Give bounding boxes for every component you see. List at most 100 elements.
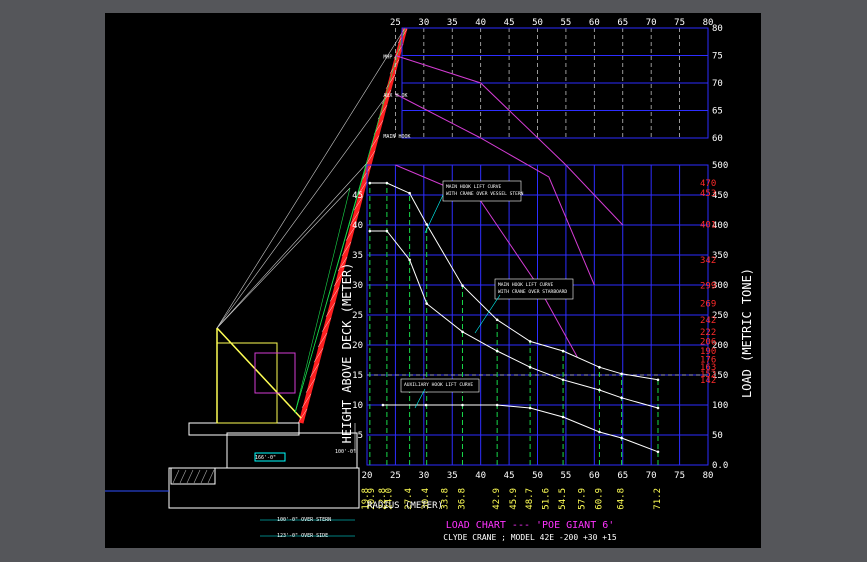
upper-height-tick: 75: [712, 52, 723, 62]
radius-mark: 36.8: [457, 488, 467, 510]
load-point: [620, 436, 623, 440]
radius-mark: 45.9: [509, 488, 519, 510]
load-point: [620, 372, 623, 376]
x-tick-bottom: 45: [504, 471, 515, 481]
x-tick-top: 60: [589, 18, 600, 28]
drawing-viewport[interactable]: 100'-0" 166'-0" 100'-0" OVER STERN 123'-0" …: [105, 13, 761, 548]
load-mark: 299: [700, 282, 716, 292]
dimension-text: 123'-0" OVER SIDE: [277, 533, 328, 539]
load-point: [461, 403, 464, 407]
hook-label: MHP: [383, 55, 392, 61]
height-tick: 5: [358, 431, 363, 441]
vessel-hull: [168, 467, 360, 509]
a-frame-1: [216, 327, 302, 419]
starboard-note: WITH CRANE OVER STARBOARD: [498, 289, 567, 295]
x-tick-bottom: 40: [475, 471, 486, 481]
load-point: [461, 330, 464, 334]
starboard-note: MAIN HOOK LIFT CURVE: [498, 282, 554, 288]
hatch-line: [186, 469, 194, 484]
load-mark: 206: [700, 337, 716, 347]
load-point: [385, 181, 389, 185]
load-point: [656, 378, 660, 382]
chart-subtitle: CLYDE CRANE ; MODEL 42E -200 +30 +15: [443, 533, 617, 542]
aux-note: AUXILIARY HOOK LIFT CURVE: [404, 382, 473, 388]
load-point: [408, 191, 411, 195]
cad-drawing: 100'-0" 166'-0" 100'-0" OVER STERN 123'-0" …: [105, 18, 754, 542]
pendant-line: [216, 97, 386, 329]
load-tick: 100: [712, 401, 728, 411]
height-tick: 40: [352, 221, 363, 231]
x-tick-top: 40: [475, 18, 486, 28]
load-point: [381, 403, 385, 407]
x-tick-bottom: 80: [703, 471, 714, 481]
stern-note: WITH CRANE OVER VESSEL STERN: [446, 191, 524, 197]
load-point: [598, 388, 601, 392]
radius-mark: 57.9: [577, 488, 587, 510]
axis-ticks: 25 30 35 40 45 50 55 60 65 70 75 8020 25 30 35 40 45 50 55…: [352, 18, 728, 510]
height-tick: 45: [352, 191, 363, 201]
load-mark: 222: [700, 328, 716, 338]
x-tick-top: 70: [646, 18, 657, 28]
radius-mark: 54.5: [558, 488, 568, 510]
x-tick-bottom: 70: [646, 471, 657, 481]
hook-label: AUX H OK: [383, 93, 407, 99]
load-point: [561, 349, 565, 353]
note-leader: [474, 294, 501, 334]
hatch-line: [193, 469, 201, 484]
load-mark: 142: [700, 376, 716, 386]
x-tick-top: 45: [504, 18, 515, 28]
load-mark: 242: [700, 316, 716, 326]
upper-height-tick: 60: [712, 134, 723, 144]
load-point: [368, 229, 372, 233]
load-point: [495, 349, 499, 353]
radius-mark: 71.2: [653, 488, 663, 510]
stern-note-box: [442, 180, 522, 202]
x-tick-top: 65: [617, 18, 628, 28]
load-point: [561, 415, 565, 419]
load-tick: 0.0: [712, 461, 728, 471]
hatch-line: [172, 469, 180, 484]
load-mark: 342: [700, 256, 716, 266]
x-tick-bottom: 50: [532, 471, 543, 481]
upper-height-tick: 70: [712, 79, 723, 89]
load-point: [598, 430, 601, 434]
upper-height-tick: 80: [712, 24, 723, 34]
x-tick-bottom: 35: [447, 471, 458, 481]
load-point: [385, 229, 389, 233]
x-tick-bottom: 65: [617, 471, 628, 481]
load-point: [528, 406, 532, 410]
dimension-text: 100'-0" OVER STERN: [277, 517, 331, 523]
load-tick: 50: [712, 431, 723, 441]
radius-mark: 48.7: [525, 488, 535, 510]
load-mark: 401: [700, 220, 716, 230]
y-axis-label-left: HEIGHT ABOVE DECK (METER): [340, 263, 354, 444]
load-point: [425, 302, 428, 305]
load-point: [495, 403, 499, 407]
y-axis-label-right: LOAD (METRIC TONE): [740, 268, 754, 398]
x-tick-top: 30: [418, 18, 429, 28]
load-point: [528, 365, 532, 369]
hook-label: MAIN HOOK: [383, 134, 410, 140]
load-point: [424, 403, 428, 407]
radius-mark: 64.8: [617, 488, 627, 510]
load-point: [598, 365, 601, 369]
radius-mark: 60.9: [594, 488, 604, 510]
stern-note: MAIN HOOK LIFT CURVE: [446, 184, 502, 190]
radius-mark: 51.6: [542, 488, 552, 510]
load-point: [656, 406, 660, 410]
height-tick: 35: [352, 251, 363, 261]
load-mark: 269: [700, 300, 716, 310]
load-point: [461, 284, 464, 287]
machinery-box: [254, 352, 296, 394]
load-mark: 453: [700, 189, 716, 199]
load-point: [528, 340, 532, 343]
starboard-note-box: [494, 278, 574, 300]
load-mark: 470: [700, 179, 716, 189]
x-tick-bottom: 55: [560, 471, 571, 481]
pendant-line: [216, 27, 406, 329]
load-point: [561, 378, 565, 382]
hatch-line: [179, 469, 187, 484]
x-tick-top: 35: [447, 18, 458, 28]
x-tick-bottom: 75: [674, 471, 685, 481]
x-tick-top: 75: [674, 18, 685, 28]
